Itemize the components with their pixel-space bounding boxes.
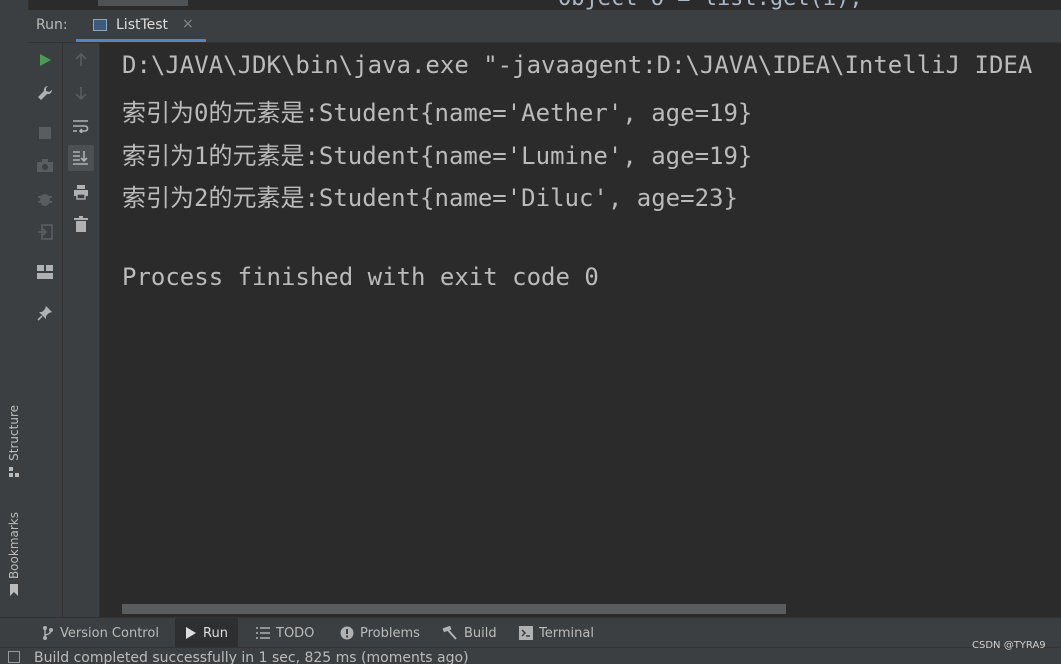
structure-icon: [9, 466, 19, 477]
console-line: Process finished with exit code 0: [122, 263, 599, 291]
trash-icon: [74, 216, 88, 232]
close-icon[interactable]: ×: [182, 16, 194, 32]
tab-version-control[interactable]: Version Control: [36, 618, 165, 648]
tab-terminal[interactable]: Terminal: [513, 618, 600, 648]
restore-layout-button[interactable]: [32, 259, 58, 285]
tab-label: Problems: [360, 625, 420, 641]
run-icon: [186, 627, 196, 639]
hammer-icon: [442, 626, 457, 640]
scroll-to-end-icon: [73, 151, 88, 165]
editor-peek: Object o = list.get(i);: [28, 0, 1061, 10]
branch-icon: [43, 626, 53, 640]
next-occurrence-button[interactable]: [68, 80, 94, 106]
tab-label: TODO: [276, 625, 315, 641]
tab-problems[interactable]: Problems: [334, 618, 426, 648]
console-line: 索引为1的元素是:Student{name='Lumine', age=19}: [122, 142, 753, 170]
camera-icon: [37, 159, 53, 172]
stop-button[interactable]: [32, 120, 58, 146]
run-panel-header: Run: ListTest ×: [28, 10, 1061, 43]
console-output[interactable]: D:\JAVA\JDK\bin\java.exe "-javaagent:D:\…: [100, 43, 1061, 617]
thread-dump-button[interactable]: [32, 153, 58, 179]
layout-icon: [37, 265, 53, 279]
wrench-icon: [38, 85, 53, 100]
terminal-icon: [519, 626, 533, 640]
arrow-up-icon: [75, 53, 87, 66]
arrow-down-icon: [75, 87, 87, 100]
problems-icon: [340, 626, 354, 640]
previous-occurrence-button[interactable]: [68, 47, 94, 73]
soft-wrap-button[interactable]: [68, 113, 94, 139]
run-tab-title: ListTest: [116, 17, 169, 33]
pin-tab-button[interactable]: [32, 300, 58, 326]
console-line: 索引为2的元素是:Student{name='Diluc', age=23}: [122, 184, 738, 212]
soft-wrap-icon: [73, 120, 89, 133]
tab-label: Version Control: [60, 625, 159, 641]
list-icon: [256, 627, 270, 639]
console-line: 索引为0的元素是:Student{name='Aether', age=19}: [122, 99, 753, 127]
console-tab-icon: [93, 19, 107, 31]
pin-icon: [37, 306, 52, 321]
stop-icon: [39, 127, 51, 139]
bookmark-icon: [10, 584, 18, 597]
rerun-button[interactable]: [32, 47, 58, 73]
console-line: D:\JAVA\JDK\bin\java.exe "-javaagent:D:\…: [122, 51, 1033, 79]
tab-build[interactable]: Build: [436, 618, 503, 648]
active-tab-underline: [76, 39, 206, 42]
print-button[interactable]: [68, 179, 94, 205]
left-tool-strip: Structure Bookmarks: [0, 0, 29, 617]
exit-button[interactable]: [32, 219, 58, 245]
status-layout-icon[interactable]: [8, 651, 20, 663]
watermark: CSDN @TYRA9: [972, 640, 1046, 651]
tab-label: Terminal: [539, 625, 594, 641]
printer-icon: [74, 185, 88, 200]
exit-icon: [38, 224, 53, 240]
tab-run[interactable]: Run: [175, 618, 238, 648]
status-message[interactable]: Build completed successfully in 1 sec, 8…: [34, 648, 469, 664]
editor-code-fragment: Object o = list.get(i);: [558, 0, 863, 10]
edit-configuration-button[interactable]: [32, 80, 58, 106]
tab-label: Run: [203, 625, 228, 641]
editor-tab-scroll-thumb[interactable]: [98, 0, 188, 6]
status-bar: Build completed successfully in 1 sec, 8…: [0, 647, 1061, 664]
run-tab-listtest[interactable]: ListTest ×: [76, 10, 206, 42]
run-toolbar-primary: [28, 43, 63, 617]
structure-tab-label: Structure: [7, 405, 21, 461]
tool-window-bar: Version Control Run TODO Problems Build …: [0, 617, 1061, 648]
run-toolbar-secondary: [63, 43, 100, 617]
debug-button[interactable]: [32, 186, 58, 212]
tab-label: Build: [464, 625, 497, 641]
tab-todo[interactable]: TODO: [250, 618, 320, 648]
scroll-to-end-button[interactable]: [68, 145, 94, 171]
bookmarks-tab-label: Bookmarks: [7, 512, 21, 580]
horizontal-scrollbar[interactable]: [122, 604, 786, 614]
bookmarks-tab[interactable]: Bookmarks: [0, 512, 28, 597]
clear-all-button[interactable]: [68, 211, 94, 237]
structure-tab[interactable]: Structure: [0, 405, 28, 478]
play-icon: [40, 54, 51, 66]
bug-icon: [38, 194, 52, 206]
run-panel-label: Run:: [36, 17, 68, 33]
